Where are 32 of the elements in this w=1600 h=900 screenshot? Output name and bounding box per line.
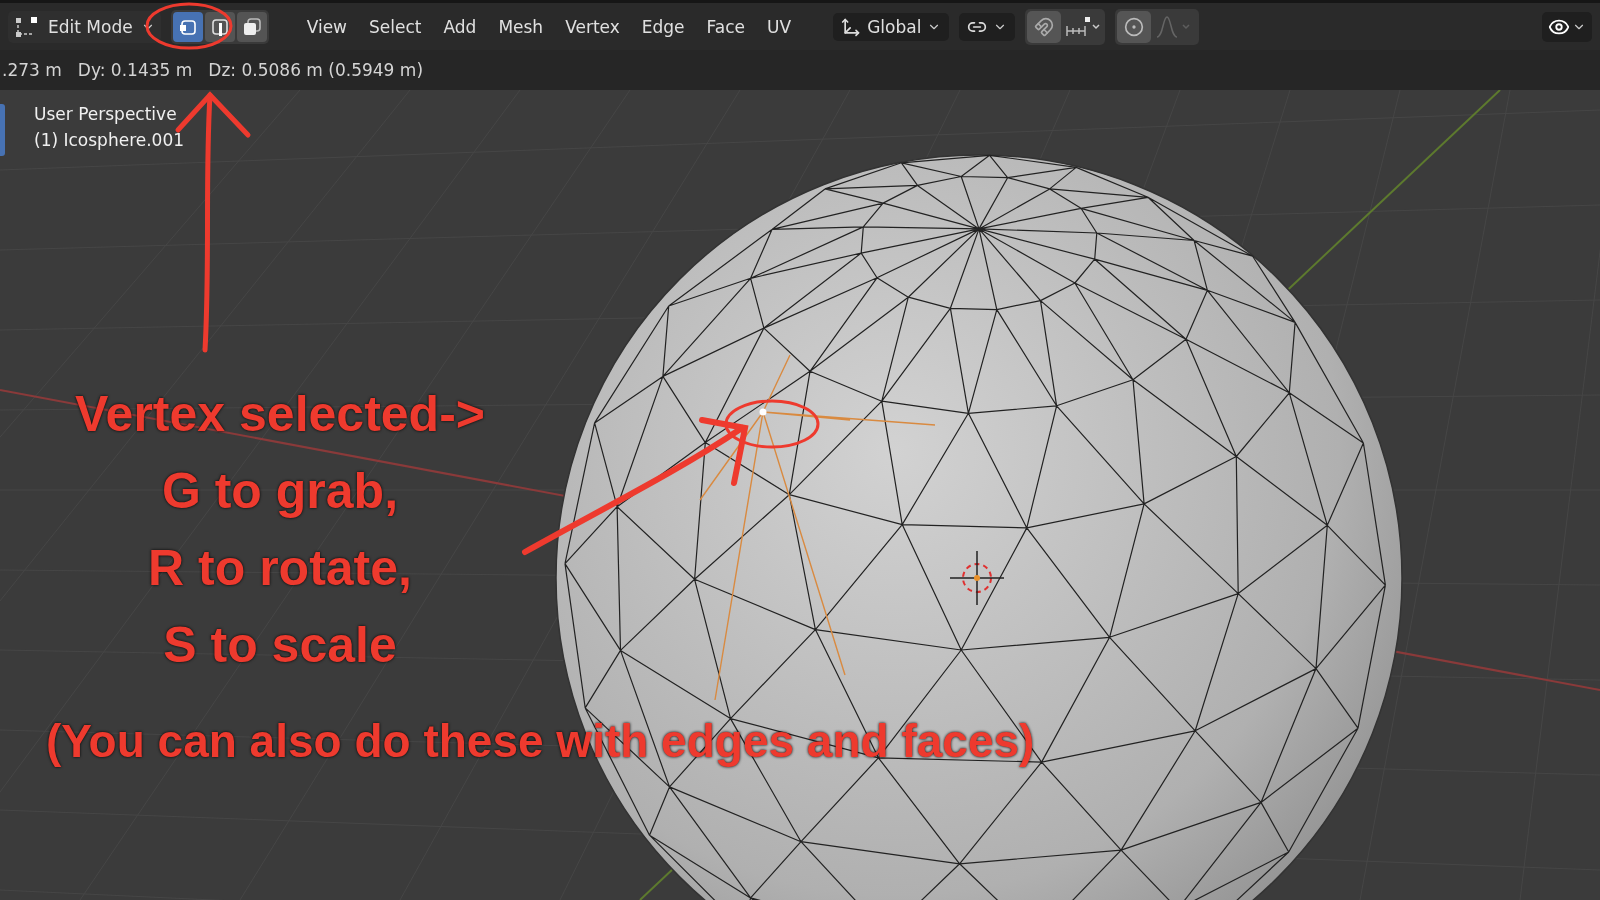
orientation-dropdown[interactable]: Global (833, 12, 950, 41)
face-select-icon (241, 16, 262, 37)
transform-readout: Dy: 0.1435 m (77, 60, 193, 80)
menu-item[interactable]: Vertex (557, 12, 628, 41)
circle-dot-icon (1124, 16, 1145, 37)
overlay-toggle[interactable] (1542, 11, 1592, 42)
menu-item[interactable]: Select (361, 12, 430, 41)
axes-icon (841, 16, 862, 37)
object-name: (1) Icosphere.001 (34, 130, 185, 150)
annotation-text: S to scale (163, 616, 397, 675)
magnet-icon (1034, 16, 1055, 37)
3d-cursor-icon (949, 550, 1005, 606)
pivot-dropdown[interactable] (959, 12, 1016, 41)
edit-mode-icon (14, 14, 40, 39)
annotation-text: G to grab, (161, 462, 399, 521)
menu-item[interactable]: Edge (633, 12, 693, 41)
snap-toggle[interactable] (1027, 10, 1062, 43)
annotation-text: R to rotate, (148, 539, 412, 598)
transform-readout: .273 m (2, 60, 62, 80)
edge-select-icon (209, 16, 230, 37)
select-mode-button[interactable] (236, 11, 267, 42)
view-name: User Perspective (34, 104, 177, 124)
menu-item[interactable]: UV (759, 12, 800, 41)
proportional-toggle[interactable] (1117, 10, 1152, 43)
menu-item[interactable]: Add (435, 12, 485, 41)
transform-readout: Dz: 0.5086 m (0.5949 m) (208, 60, 424, 80)
menu-item[interactable]: View (298, 12, 355, 41)
mode-dropdown[interactable]: Edit Mode (8, 10, 161, 43)
select-mode-button[interactable] (172, 11, 203, 42)
menu-item[interactable]: Face (698, 12, 754, 41)
annotation-text: Vertex selected-> (75, 385, 485, 444)
menu-item[interactable]: Mesh (490, 12, 552, 41)
